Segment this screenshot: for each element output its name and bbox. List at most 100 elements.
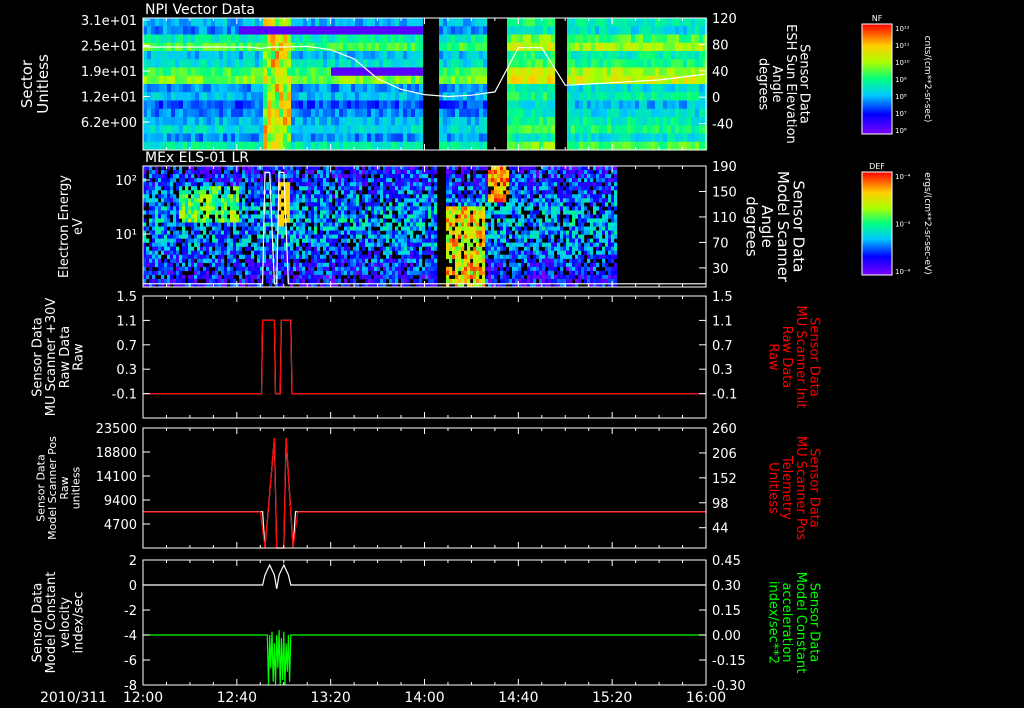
heatmap-cell <box>287 194 291 199</box>
heatmap-cell <box>535 26 540 35</box>
heatmap-cell <box>451 75 456 85</box>
heatmap-cell <box>407 18 412 27</box>
heatmap-cell <box>224 198 228 203</box>
heatmap-cell <box>223 26 228 35</box>
heatmap-cell <box>317 186 321 191</box>
heatmap-cell <box>170 182 174 187</box>
heatmap-cell <box>206 234 210 239</box>
heatmap-cell <box>271 133 276 143</box>
heatmap-cell <box>197 166 201 171</box>
heatmap-cell <box>655 92 660 101</box>
heatmap-cell <box>159 75 164 85</box>
heatmap-cell <box>403 26 408 35</box>
heatmap-cell <box>395 170 399 175</box>
heatmap-cell <box>371 190 375 195</box>
heatmap-cell <box>206 186 210 191</box>
heatmap-cell <box>203 174 207 179</box>
heatmap-cell <box>547 117 552 126</box>
heatmap-cell <box>221 238 225 243</box>
heatmap-cell <box>311 230 315 235</box>
heatmap-cell <box>248 178 252 183</box>
heatmap-cell <box>271 75 276 85</box>
heatmap-cell <box>179 174 183 179</box>
heatmap-cell <box>401 254 405 260</box>
heatmap-cell <box>323 84 328 93</box>
heatmap-cell <box>223 75 228 85</box>
heatmap-cell <box>515 125 520 134</box>
heatmap-cell <box>543 108 548 118</box>
heatmap-cell <box>199 100 204 110</box>
heatmap-cell <box>327 59 332 68</box>
heatmap-cell <box>183 117 188 126</box>
heatmap-cell <box>351 125 356 134</box>
heatmap-cell <box>278 266 282 272</box>
heatmap-cell <box>207 59 212 68</box>
heatmap-cell <box>155 198 159 203</box>
heatmap-cell <box>152 222 156 227</box>
heatmap-cell <box>515 133 520 143</box>
heatmap-cell <box>242 206 246 211</box>
heatmap-cell <box>611 34 616 44</box>
heatmap-cell <box>303 67 308 77</box>
heatmap-cell <box>428 250 432 256</box>
heatmap-cell <box>488 230 492 235</box>
heatmap-cell <box>359 258 363 264</box>
heatmap-cell <box>176 186 180 191</box>
heatmap-cell <box>446 266 450 272</box>
heatmap-cell <box>152 254 156 260</box>
heatmap-cell <box>404 242 408 247</box>
heatmap-cell <box>215 51 220 60</box>
heatmap-cell <box>167 100 172 110</box>
heatmap-cell <box>643 92 648 101</box>
heatmap-cell <box>699 18 704 27</box>
heatmap-cell <box>176 250 180 256</box>
heatmap-cell <box>671 34 676 44</box>
heatmap-cell <box>307 117 312 126</box>
heatmap-cell <box>488 170 492 175</box>
heatmap-cell <box>356 226 360 231</box>
heatmap-cell <box>607 125 612 134</box>
heatmap-cell <box>404 178 408 183</box>
heatmap-cell <box>287 125 292 134</box>
heatmap-cell <box>667 117 672 126</box>
heatmap-cell <box>619 26 624 35</box>
heatmap-cell <box>411 100 416 110</box>
heatmap-cell <box>479 230 483 235</box>
heatmap-cell <box>403 84 408 93</box>
heatmap-cell <box>215 186 219 191</box>
heatmap-cell <box>367 141 372 151</box>
heatmap-cell <box>663 133 668 143</box>
heatmap-cell <box>631 75 636 85</box>
heatmap-cell <box>227 18 232 27</box>
heatmap-cell <box>428 230 432 235</box>
heatmap-cell <box>182 198 186 203</box>
heatmap-cell <box>367 108 372 118</box>
heatmap-cell <box>218 246 222 251</box>
heatmap-cell <box>183 100 188 110</box>
heatmap-cell <box>655 141 660 151</box>
heatmap-cell <box>479 190 483 195</box>
heatmap-cell <box>383 26 388 35</box>
heatmap-cell <box>567 92 572 101</box>
heatmap-cell <box>206 198 210 203</box>
heatmap-cell <box>194 206 198 211</box>
heatmap-cell <box>551 108 556 118</box>
heatmap-cell <box>311 108 316 118</box>
heatmap-cell <box>511 141 516 151</box>
heatmap-cell <box>167 190 171 195</box>
heatmap-cell <box>476 178 480 183</box>
heatmap-cell <box>392 174 396 179</box>
heatmap-cell <box>359 270 363 276</box>
heatmap-cell <box>182 262 186 268</box>
heatmap-cell <box>567 51 572 60</box>
heatmap-cell <box>410 218 414 223</box>
heatmap-cell <box>494 258 498 264</box>
heatmap-cell <box>575 92 580 101</box>
heatmap-cell <box>167 178 171 183</box>
heatmap-cell <box>159 18 164 27</box>
heatmap-cell <box>416 270 420 276</box>
heatmap-cell <box>386 214 390 219</box>
heatmap-cell <box>179 254 183 260</box>
heatmap-cell <box>260 238 264 243</box>
heatmap-cell <box>353 250 357 256</box>
